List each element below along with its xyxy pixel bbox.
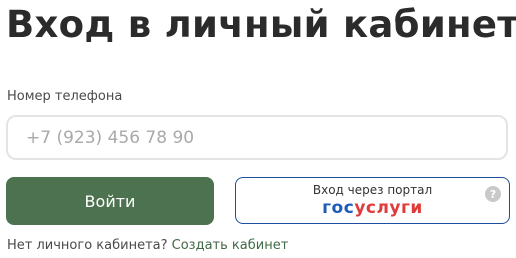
gosuslugi-caption: Вход через портал <box>312 183 433 197</box>
gosuslugi-logo-part2: услуги <box>354 198 423 218</box>
page-title: Вход в личный кабинет <box>6 3 516 46</box>
login-button[interactable]: Войти <box>6 177 214 225</box>
signup-prompt: Нет личного кабинета? Создать кабинет <box>7 238 288 253</box>
phone-input[interactable] <box>6 115 508 160</box>
gosuslugi-logo-part1: гос <box>322 198 355 218</box>
gosuslugi-logo: госуслуги <box>236 198 509 218</box>
question-circle-icon[interactable]: ? <box>485 186 501 202</box>
login-button-label: Войти <box>84 191 136 211</box>
gosuslugi-login-button[interactable]: Вход через портал госуслуги ? <box>235 177 510 224</box>
signup-prompt-text: Нет личного кабинета? <box>7 238 168 253</box>
create-account-link[interactable]: Создать кабинет <box>172 238 289 253</box>
phone-label: Номер телефона <box>7 89 123 104</box>
